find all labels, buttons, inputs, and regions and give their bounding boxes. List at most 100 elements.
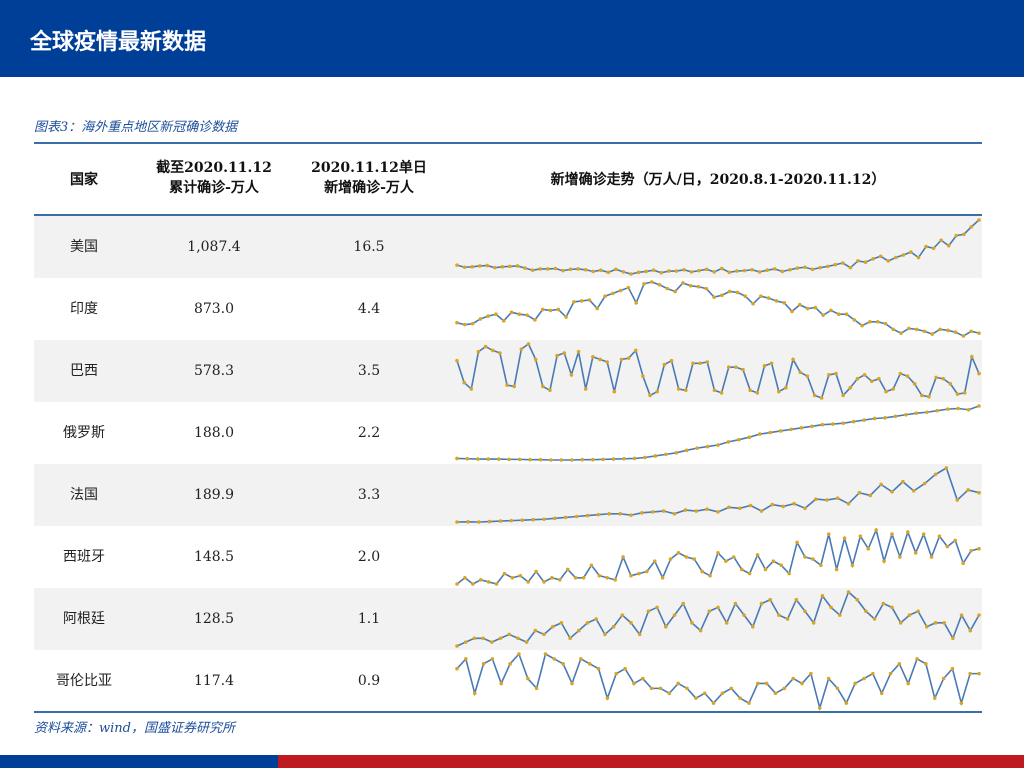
- trend-point: [969, 329, 974, 334]
- trend-point: [773, 691, 778, 696]
- trend-point: [487, 519, 492, 524]
- trend-point: [857, 490, 862, 495]
- trend-point: [531, 517, 535, 522]
- trend-line: [456, 652, 979, 711]
- trend-point: [766, 296, 771, 300]
- trend-point: [782, 686, 787, 691]
- trend-point: [959, 613, 964, 617]
- trend-point: [863, 260, 868, 264]
- trend-point: [501, 319, 506, 323]
- trend-point: [591, 355, 595, 359]
- trend-point: [568, 267, 573, 272]
- trend-point: [848, 385, 853, 390]
- cumulative-cell: 189.9: [193, 487, 235, 503]
- trend-point: [946, 328, 950, 333]
- trend-point: [814, 497, 818, 501]
- trend-point: [784, 385, 788, 390]
- trend-point: [841, 261, 845, 265]
- trend-point: [852, 318, 857, 322]
- trend-point: [977, 613, 981, 617]
- trend-point: [581, 575, 586, 580]
- trend-point: [868, 319, 872, 324]
- country-cell: 西班牙: [63, 549, 105, 565]
- trend-point: [916, 255, 921, 260]
- trend-point: [676, 551, 681, 555]
- trend-point: [911, 489, 916, 493]
- trend-point: [795, 266, 800, 270]
- trend-point: [515, 264, 520, 268]
- trend-sparkline: [455, 652, 981, 711]
- trend-point: [698, 628, 703, 633]
- trend-point: [658, 686, 663, 691]
- trend-point: [798, 370, 803, 375]
- trend-point: [757, 270, 762, 274]
- trend-point: [776, 389, 781, 394]
- trend-point: [874, 528, 878, 532]
- trend-point: [875, 319, 880, 324]
- trend-point: [548, 388, 552, 393]
- trend-point: [533, 357, 538, 362]
- trend-point: [576, 267, 580, 271]
- trend-point: [825, 264, 830, 269]
- trend-point: [888, 671, 893, 676]
- trend-point: [649, 280, 654, 284]
- trend-point: [922, 481, 927, 486]
- trend-point: [694, 509, 699, 513]
- trend-point: [950, 666, 955, 671]
- table-row: 法国 189.9 3.3: [34, 464, 982, 526]
- trend-point: [587, 662, 592, 666]
- trend-point: [954, 233, 959, 238]
- trend-point: [674, 451, 679, 455]
- trend-point: [649, 686, 654, 691]
- trend-point: [898, 621, 903, 625]
- country-cell: 哥伦比亚: [56, 673, 112, 689]
- trend-point: [476, 349, 481, 354]
- trend-point: [871, 257, 875, 261]
- country-cell: 俄罗斯: [63, 425, 105, 441]
- trend-point: [648, 393, 652, 398]
- trend-point: [834, 567, 839, 572]
- daily-cell: 1.1: [357, 611, 381, 627]
- trend-point: [747, 435, 752, 440]
- trend-point: [712, 270, 717, 274]
- trend-point: [541, 384, 545, 389]
- trend-point: [891, 327, 896, 332]
- table-row: 阿根廷 128.5 1.1: [34, 588, 982, 650]
- trend-point: [727, 505, 731, 510]
- trend-point: [643, 455, 647, 460]
- trend-point: [669, 358, 674, 363]
- trend-point: [805, 306, 810, 311]
- trend-point: [462, 322, 467, 327]
- trend-point: [833, 262, 838, 267]
- trend-point: [925, 410, 929, 415]
- trend-point: [696, 284, 701, 289]
- trend-point: [810, 424, 814, 429]
- trend-point: [533, 318, 537, 322]
- col-country: 国家: [70, 172, 98, 188]
- trend-point: [835, 496, 840, 501]
- trend-point: [637, 571, 641, 576]
- data-table: 国家 截至2020.11.12 累计确诊-万人 2020.11.12单日 新增确诊-…: [34, 144, 982, 712]
- trend-point: [855, 597, 859, 602]
- trend-point: [968, 671, 972, 676]
- trend-point: [929, 555, 934, 559]
- trend-point: [510, 575, 515, 580]
- trend-point: [462, 265, 467, 270]
- trend-point: [683, 508, 688, 512]
- trend-point: [813, 305, 818, 310]
- trend-point: [977, 371, 981, 376]
- trend-point: [622, 456, 626, 461]
- trend-point: [841, 393, 845, 398]
- trend-point: [727, 270, 732, 275]
- trend-point: [927, 394, 931, 399]
- figure-caption: 图表3：海外重点地区新冠确诊数据: [34, 120, 238, 135]
- col-daily-l1: 2020.11.12单日: [311, 160, 427, 176]
- trend-point: [977, 218, 981, 222]
- country-cell: 阿根廷: [63, 611, 105, 627]
- trend-point: [692, 557, 697, 561]
- cumulative-cell: 1,087.4: [187, 239, 241, 255]
- trend-point: [795, 540, 799, 545]
- trend-point: [733, 601, 738, 606]
- trend-point: [517, 652, 521, 656]
- trend-point: [780, 269, 785, 274]
